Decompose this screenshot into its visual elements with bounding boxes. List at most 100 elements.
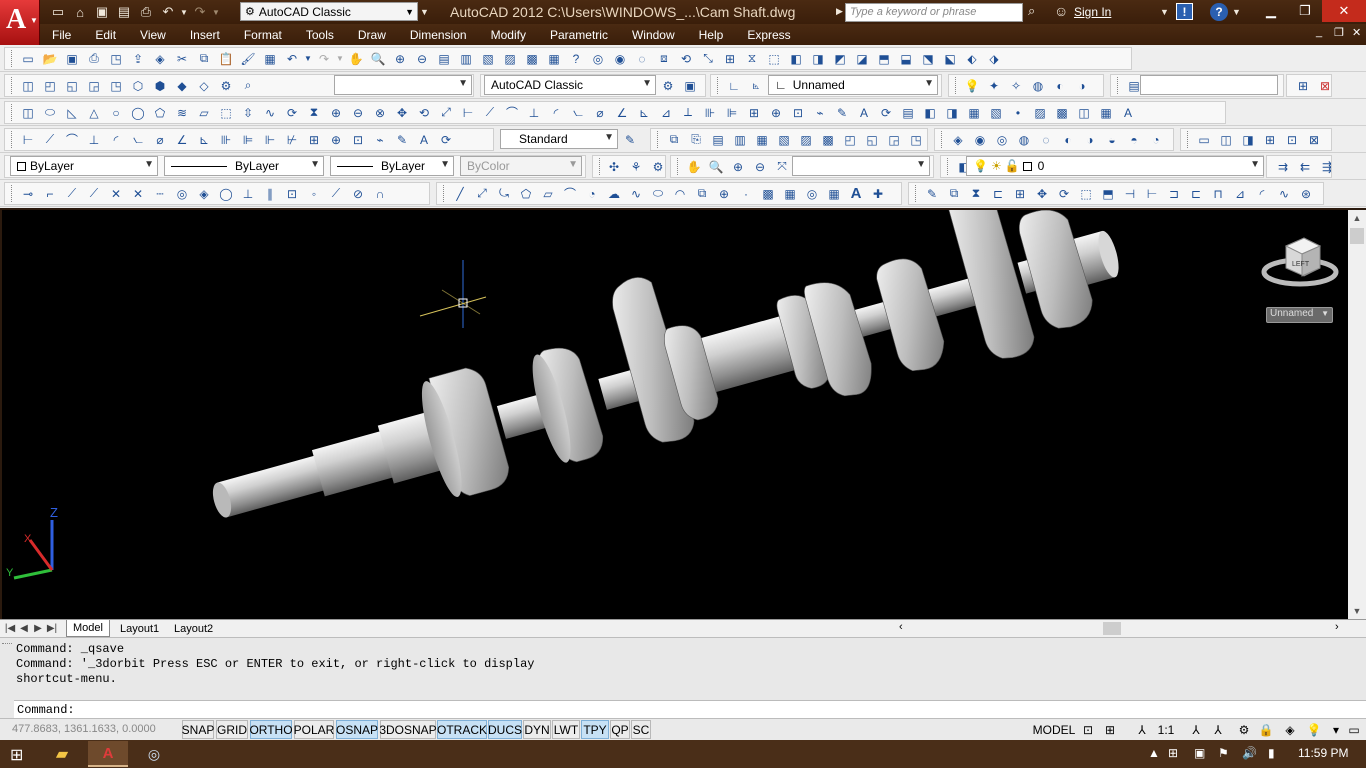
space-icon[interactable]: ⊩ <box>260 130 280 150</box>
section-icon[interactable]: ⬗ <box>984 49 1004 69</box>
properties-icon[interactable]: ▤ <box>434 49 454 69</box>
baseline-icon[interactable]: ⊪ <box>216 130 236 150</box>
aligned-dim-icon[interactable]: ⟋ <box>40 130 60 150</box>
environment-icon[interactable]: ◑ <box>1072 76 1092 96</box>
windows-flag-icon[interactable]: ⊞ <box>1168 746 1178 760</box>
save-as-icon[interactable]: ▤ <box>114 2 134 22</box>
distant-light-icon[interactable]: ✧ <box>1006 76 1026 96</box>
layer-previous-icon[interactable]: ◔ <box>1146 130 1166 150</box>
make-block-icon[interactable]: ▧ <box>986 103 1006 123</box>
exchange-icon[interactable]: ! <box>1176 3 1193 20</box>
rotate-icon[interactable]: ⟳ <box>1054 184 1074 204</box>
doc-minimize-button[interactable]: _ <box>1316 26 1322 38</box>
dim-text-edit-icon[interactable]: A <box>854 103 874 123</box>
mtext-icon[interactable]: A <box>1118 103 1138 123</box>
search-expand-icon[interactable]: ▶ <box>836 6 843 17</box>
baseline-icon[interactable]: ⊿ <box>656 103 676 123</box>
open-icon[interactable]: 📂 <box>40 49 60 69</box>
sphere-icon[interactable]: ○ <box>106 103 126 123</box>
quick-dim-icon[interactable]: ⊾ <box>194 130 214 150</box>
redo-list-icon[interactable]: ▼ <box>336 49 344 69</box>
quickcalc-icon[interactable]: ▦ <box>544 49 564 69</box>
help-icon[interactable]: ? <box>566 49 586 69</box>
help-icon[interactable]: ? <box>1210 3 1228 21</box>
3d-mirror-icon[interactable]: ⧖ <box>742 49 762 69</box>
intersect-icon[interactable]: ⊗ <box>370 103 390 123</box>
layer-delete-icon[interactable]: ◓ <box>1124 130 1144 150</box>
3d-rotate-icon[interactable]: ⟲ <box>414 103 434 123</box>
customize-qat-icon[interactable]: ▼ <box>420 2 432 21</box>
ucs-icon[interactable]: ∟ <box>724 76 744 96</box>
show-hidden-icons-icon[interactable]: ▲ <box>1148 746 1160 760</box>
tile-icon[interactable]: ⊞ <box>1293 76 1313 96</box>
viewport-clip-icon[interactable]: ⊡ <box>1282 130 1302 150</box>
view-manager-icon[interactable]: ▣ <box>680 76 700 96</box>
dwf-attach-icon[interactable]: ▦ <box>752 130 772 150</box>
text-style-combo[interactable]: Standard ▼ <box>500 129 618 149</box>
next-tab-icon[interactable]: ▶ <box>32 621 44 636</box>
sign-in-link[interactable]: Sign In <box>1074 5 1111 19</box>
cone-icon[interactable]: ◲ <box>84 76 104 96</box>
continue-icon[interactable]: ⊫ <box>238 130 258 150</box>
add-selected-icon[interactable]: ✚ <box>868 184 888 204</box>
snap-tangent-icon[interactable]: ◯ <box>216 184 236 204</box>
dwg-attach-icon[interactable]: ▤ <box>708 130 728 150</box>
ordinate-icon[interactable]: ⊥ <box>524 103 544 123</box>
revision-cloud-icon[interactable]: ☁ <box>604 184 624 204</box>
coordinate-display[interactable]: 477.8683, 1361.1633, 0.0000 <box>12 723 156 735</box>
lwt-toggle[interactable]: LWT <box>552 720 580 739</box>
snap-nearest-icon[interactable]: ⟋ <box>326 184 346 204</box>
zoom-combo[interactable]: ▼ <box>792 156 930 176</box>
new-icon[interactable]: ▭ <box>18 49 38 69</box>
viewport-four-icon[interactable]: ⊞ <box>1260 130 1280 150</box>
undo-dropdown-icon[interactable]: ▼ <box>180 2 188 22</box>
gradient-icon[interactable]: ▦ <box>780 184 800 204</box>
minimize-button[interactable]: ▁ <box>1254 0 1288 22</box>
3d-align-icon[interactable]: ⤡ <box>698 49 718 69</box>
command-line-input[interactable]: Command: <box>14 700 1366 718</box>
scroll-thumb[interactable] <box>1103 622 1121 635</box>
subtract-icon[interactable]: ⬔ <box>918 49 938 69</box>
array-icon[interactable]: ⊞ <box>1010 184 1030 204</box>
hatch-icon[interactable]: ▨ <box>1030 103 1050 123</box>
menu-express[interactable]: Express <box>735 28 802 42</box>
delete-faces-icon[interactable]: ⬒ <box>874 49 894 69</box>
workspace-switching-icon[interactable]: ⚙ <box>1234 721 1254 739</box>
move-faces-icon[interactable]: ◩ <box>830 49 850 69</box>
snap-insert-icon[interactable]: ⊡ <box>282 184 302 204</box>
chamfer-icon[interactable]: ⊿ <box>1230 184 1250 204</box>
jogged-icon[interactable]: ⦦ <box>568 103 588 123</box>
plot-icon[interactable]: ⎙ <box>84 49 104 69</box>
new-icon[interactable]: ▭ <box>48 2 68 22</box>
torus-icon[interactable]: ⬢ <box>150 76 170 96</box>
model-space-viewport[interactable]: Z X Y LEFT <box>2 210 1348 619</box>
layer-states-icon[interactable]: ⇶ <box>1317 157 1331 177</box>
layer-combo[interactable]: 💡 ☀ 🔓 0 ▼ <box>966 156 1264 176</box>
view-list-combo[interactable]: ▼ <box>334 75 472 95</box>
wedge-icon[interactable]: ◺ <box>62 103 82 123</box>
3d-dwf-icon[interactable]: ◈ <box>150 49 170 69</box>
break-icon[interactable]: ⊏ <box>1186 184 1206 204</box>
raster-image-icon[interactable]: ▩ <box>818 130 838 150</box>
tpy-toggle[interactable]: TPY <box>581 720 609 739</box>
revolve-icon[interactable]: ⟳ <box>282 103 302 123</box>
annotation-visibility-icon[interactable]: ⅄ <box>1186 721 1206 739</box>
viewport-three-icon[interactable]: ◨ <box>1238 130 1258 150</box>
undo-icon[interactable]: ↶ <box>158 2 178 22</box>
snap-none-icon[interactable]: ⊘ <box>348 184 368 204</box>
block-editor-icon[interactable]: ▦ <box>260 49 280 69</box>
external-reference-icon[interactable]: ⎘ <box>686 130 706 150</box>
polar-toggle[interactable]: POLAR <box>294 720 334 739</box>
save-icon[interactable]: ▣ <box>62 49 82 69</box>
application-menu-button[interactable]: A ▼ <box>0 0 40 46</box>
pyramid-icon[interactable]: ⬠ <box>150 103 170 123</box>
mtext-icon[interactable]: A <box>846 184 866 204</box>
toolbar-grip[interactable] <box>1117 77 1120 94</box>
close-button[interactable]: ✕ <box>1322 0 1366 22</box>
extrude-faces-icon[interactable]: ◨ <box>808 49 828 69</box>
layer-walk-icon[interactable]: ◑ <box>1080 130 1100 150</box>
move-icon[interactable]: ✥ <box>1032 184 1052 204</box>
snap-center-icon[interactable]: ◎ <box>172 184 192 204</box>
union-icon[interactable]: ⊕ <box>326 103 346 123</box>
tab-model[interactable]: Model <box>66 620 110 637</box>
